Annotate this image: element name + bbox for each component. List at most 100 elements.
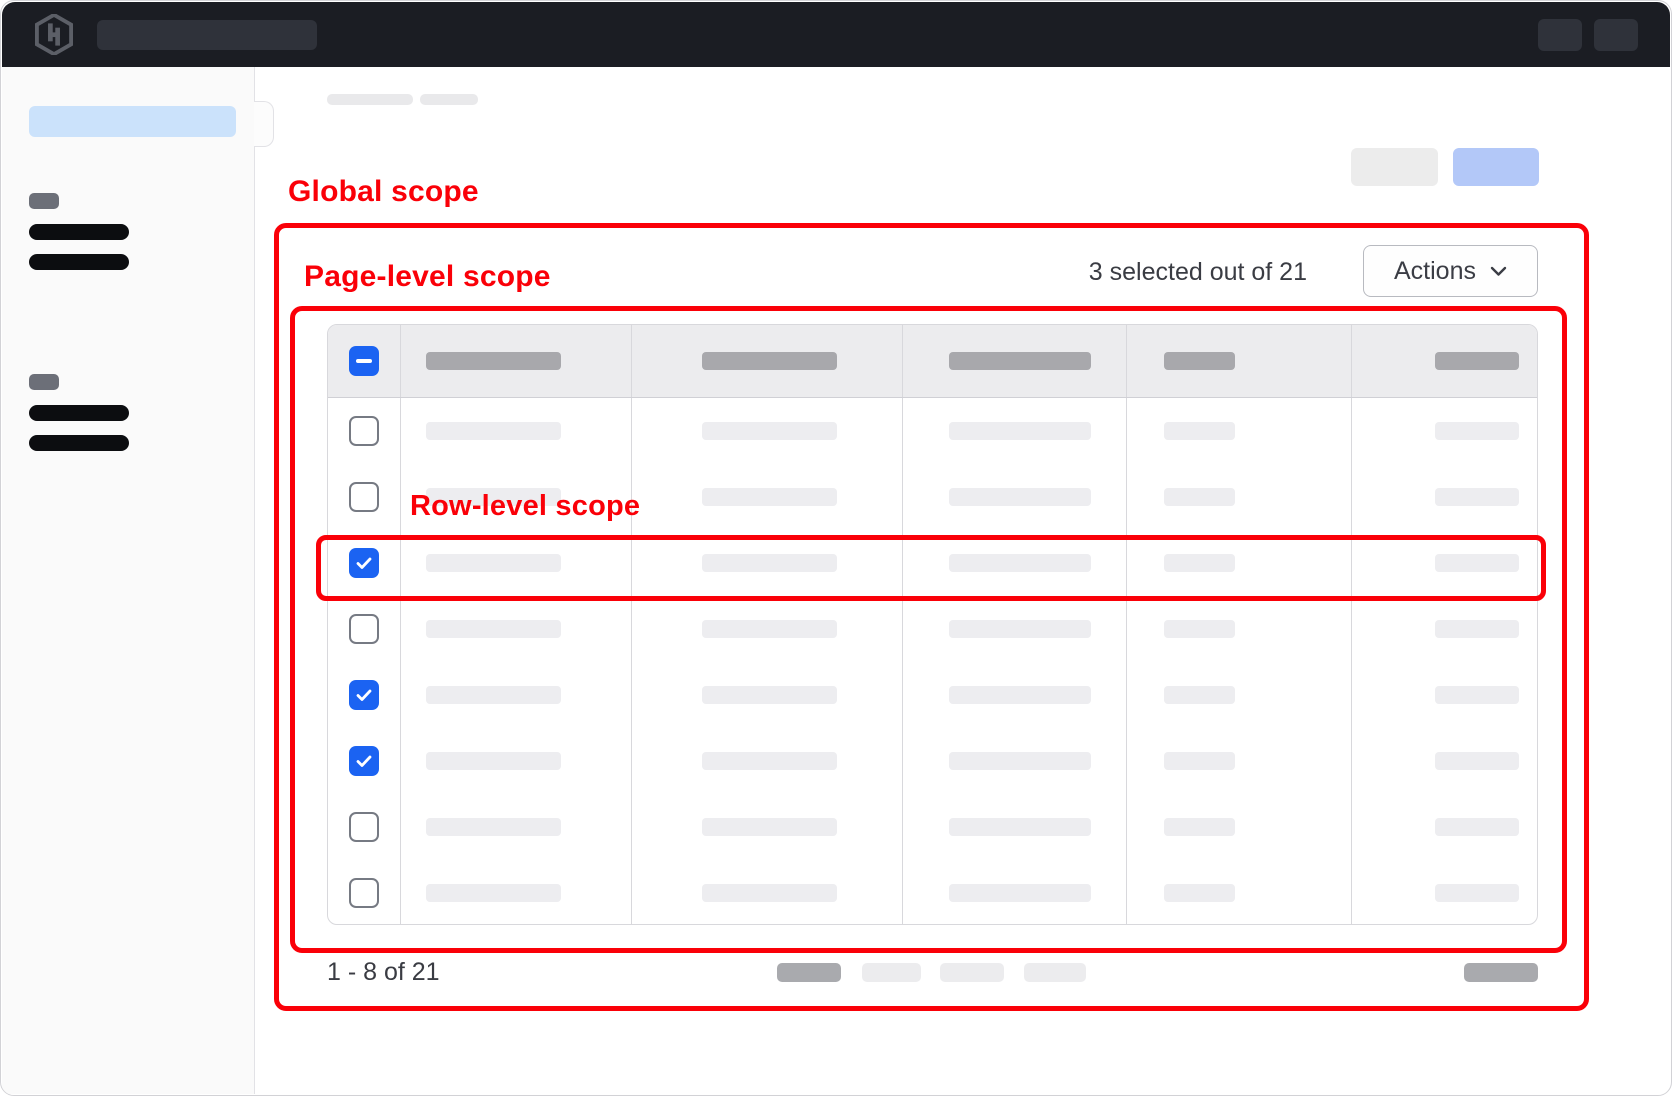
table-row-selected[interactable] xyxy=(328,530,1537,596)
cell-placeholder xyxy=(1435,422,1519,440)
cell-placeholder xyxy=(702,818,837,836)
sidebar-section-label-1 xyxy=(29,193,59,209)
breadcrumb-item-1[interactable] xyxy=(327,94,413,105)
column-header-placeholder xyxy=(949,352,1091,370)
cell-placeholder xyxy=(1164,554,1235,572)
cell-placeholder xyxy=(1164,884,1235,902)
sidebar xyxy=(2,67,255,1094)
cell-placeholder xyxy=(1435,686,1519,704)
sidebar-nav-item-2[interactable] xyxy=(29,254,129,270)
cell-placeholder xyxy=(1435,620,1519,638)
table-row[interactable] xyxy=(328,860,1537,925)
cell-placeholder xyxy=(949,422,1091,440)
cell-placeholder xyxy=(1164,620,1235,638)
actions-dropdown-button[interactable]: Actions xyxy=(1363,245,1538,297)
topbar-action-button-2[interactable] xyxy=(1594,19,1638,51)
breadcrumb-item-2[interactable] xyxy=(420,94,478,105)
cell-placeholder xyxy=(702,422,837,440)
sidebar-collapse-handle[interactable] xyxy=(254,101,274,147)
row-checkbox[interactable] xyxy=(349,614,379,644)
cell-placeholder xyxy=(949,818,1091,836)
cell-placeholder xyxy=(1435,818,1519,836)
cell-placeholder xyxy=(949,752,1091,770)
page-level-scope-label: Page-level scope xyxy=(304,262,551,292)
select-all-checkbox[interactable] xyxy=(349,346,379,376)
sidebar-nav-item-1[interactable] xyxy=(29,224,129,240)
table-row[interactable] xyxy=(328,794,1537,860)
top-nav-bar xyxy=(2,2,1670,67)
hashicorp-logo-icon xyxy=(35,14,73,55)
row-checkbox[interactable] xyxy=(349,416,379,446)
row-level-scope-label: Row-level scope xyxy=(410,491,640,521)
cell-placeholder xyxy=(702,488,837,506)
pagination-page-3[interactable] xyxy=(940,963,1004,982)
cell-placeholder xyxy=(1435,488,1519,506)
row-checkbox[interactable] xyxy=(349,548,379,578)
cell-placeholder xyxy=(1164,422,1235,440)
cell-placeholder xyxy=(702,686,837,704)
app-window: Global scope Page-level scope Row-level … xyxy=(0,0,1672,1096)
table-row[interactable] xyxy=(328,398,1537,464)
secondary-button-placeholder[interactable] xyxy=(1351,148,1438,186)
row-checkbox[interactable] xyxy=(349,482,379,512)
row-checkbox[interactable] xyxy=(349,746,379,776)
cell-placeholder xyxy=(702,884,837,902)
sidebar-nav-item-4[interactable] xyxy=(29,435,129,451)
pagination-next[interactable] xyxy=(1024,963,1086,982)
cell-placeholder xyxy=(1435,884,1519,902)
column-header-placeholder xyxy=(1435,352,1519,370)
selection-summary: 3 selected out of 21 xyxy=(1089,257,1307,287)
cell-placeholder xyxy=(949,884,1091,902)
sidebar-nav-item-3[interactable] xyxy=(29,405,129,421)
cell-placeholder xyxy=(1164,488,1235,506)
cell-placeholder xyxy=(1164,686,1235,704)
cell-placeholder xyxy=(426,752,561,770)
topbar-action-button-1[interactable] xyxy=(1538,19,1582,51)
cell-placeholder xyxy=(1164,818,1235,836)
cell-placeholder xyxy=(426,884,561,902)
cell-placeholder xyxy=(1435,554,1519,572)
cell-placeholder xyxy=(702,620,837,638)
cell-placeholder xyxy=(426,554,561,572)
data-table xyxy=(327,324,1538,925)
cell-placeholder xyxy=(949,488,1091,506)
sidebar-section-label-2 xyxy=(29,374,59,390)
topbar-actions xyxy=(1538,19,1638,51)
row-checkbox[interactable] xyxy=(349,878,379,908)
cell-placeholder xyxy=(949,686,1091,704)
table-row[interactable] xyxy=(328,596,1537,662)
row-checkbox[interactable] xyxy=(349,680,379,710)
cell-placeholder xyxy=(426,818,561,836)
cell-placeholder xyxy=(1435,752,1519,770)
cell-placeholder xyxy=(949,620,1091,638)
cell-placeholder xyxy=(702,752,837,770)
check-icon xyxy=(356,557,372,570)
table-row-selected[interactable] xyxy=(328,662,1537,728)
pagination-page-1-active[interactable] xyxy=(777,963,841,982)
actions-button-label: Actions xyxy=(1394,257,1476,286)
sidebar-active-item[interactable] xyxy=(29,106,236,137)
pagination-page-size[interactable] xyxy=(1464,963,1538,982)
column-header-placeholder xyxy=(1164,352,1235,370)
table-body xyxy=(328,398,1537,925)
column-header-placeholder xyxy=(702,352,837,370)
check-icon xyxy=(356,689,372,702)
table-header-row xyxy=(328,325,1537,398)
pagination-page-2[interactable] xyxy=(862,963,921,982)
pagination-range-summary: 1 - 8 of 21 xyxy=(327,957,440,987)
table-row-selected[interactable] xyxy=(328,728,1537,794)
primary-button-placeholder[interactable] xyxy=(1453,148,1539,186)
column-header-placeholder xyxy=(426,352,561,370)
cell-placeholder xyxy=(426,422,561,440)
minus-icon xyxy=(356,359,372,363)
check-icon xyxy=(356,755,372,768)
cell-placeholder xyxy=(1164,752,1235,770)
global-scope-label: Global scope xyxy=(288,177,479,207)
row-checkbox[interactable] xyxy=(349,812,379,842)
cell-placeholder xyxy=(426,686,561,704)
cell-placeholder xyxy=(949,554,1091,572)
global-search-placeholder[interactable] xyxy=(97,20,317,50)
chevron-down-icon xyxy=(1490,266,1507,277)
cell-placeholder xyxy=(702,554,837,572)
screenshot-canvas: Global scope Page-level scope Row-level … xyxy=(0,0,1672,1096)
